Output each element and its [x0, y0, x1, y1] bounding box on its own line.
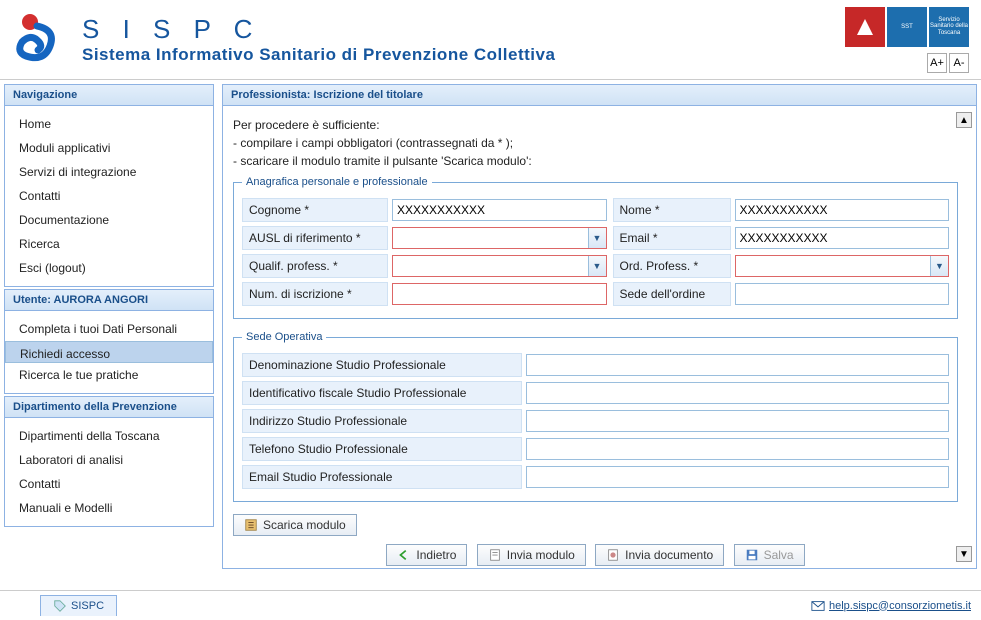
send-module-icon	[488, 548, 502, 562]
nav-contatti[interactable]: Contatti	[5, 184, 213, 208]
select-ausl[interactable]	[392, 227, 607, 249]
legend-anagrafica: Anagrafica personale e professionale	[242, 176, 432, 188]
invia-documento-label: Invia documento	[625, 548, 713, 562]
scarica-modulo-label: Scarica modulo	[263, 518, 346, 532]
help-email-link[interactable]: help.sispc@consorziometis.it	[811, 595, 971, 616]
indietro-label: Indietro	[416, 548, 456, 562]
input-cognome[interactable]	[392, 199, 607, 221]
main-panel: Professionista: Iscrizione del titolare …	[222, 84, 977, 569]
user-header: Utente: AURORA ANGORI	[5, 290, 213, 311]
dept-laboratori[interactable]: Laboratori di analisi	[5, 448, 213, 472]
nav-panel: Navigazione Home Moduli applicativi Serv…	[4, 84, 214, 287]
fieldset-sede: Sede Operativa Denominazione Studio Prof…	[233, 331, 958, 502]
dropdown-qualif-icon[interactable]: ▼	[588, 256, 606, 276]
input-ind[interactable]	[526, 410, 949, 432]
nav-moduli[interactable]: Moduli applicativi	[5, 136, 213, 160]
intro-text: Per procedere è sufficiente: - compilare…	[233, 116, 958, 170]
app-title: S I S P C Sistema Informativo Sanitario …	[82, 14, 555, 65]
salva-label: Salva	[764, 548, 794, 562]
label-ausl: AUSL di riferimento *	[242, 226, 388, 250]
scroll-down-button[interactable]: ▼	[956, 546, 972, 562]
font-decrease-button[interactable]: A-	[949, 53, 969, 73]
dept-header: Dipartimento della Prevenzione	[5, 397, 213, 418]
intro-line3: - scaricare il modulo tramite il pulsant…	[233, 152, 958, 170]
scroll-up-button[interactable]: ▲	[956, 112, 972, 128]
footer-tab-label: SISPC	[71, 600, 104, 612]
fieldset-anagrafica: Anagrafica personale e professionale Cog…	[233, 176, 958, 319]
label-tel: Telefono Studio Professionale	[242, 437, 522, 461]
salva-button[interactable]: Salva	[734, 544, 805, 566]
region-flag-icon	[845, 7, 885, 47]
app-logo	[12, 12, 62, 67]
dept-contatti[interactable]: Contatti	[5, 472, 213, 496]
save-icon	[745, 548, 759, 562]
footer-tab-sispc[interactable]: SISPC	[40, 595, 117, 616]
input-tel[interactable]	[526, 438, 949, 460]
label-cognome: Cognome *	[242, 198, 388, 222]
select-ord[interactable]	[735, 255, 950, 277]
label-qualif: Qualif. profess. *	[242, 254, 388, 278]
app-title-short: S I S P C	[82, 14, 555, 45]
region-logos: SST Servizio Sanitario della Toscana	[843, 7, 969, 47]
dept-toscana[interactable]: Dipartimenti della Toscana	[5, 424, 213, 448]
invia-modulo-button[interactable]: Invia modulo	[477, 544, 586, 566]
region-label-icon: Servizio Sanitario della Toscana	[929, 7, 969, 47]
app-header: S I S P C Sistema Informativo Sanitario …	[0, 0, 981, 80]
label-numisc: Num. di iscrizione *	[242, 282, 388, 306]
label-idf: Identificativo fiscale Studio Profession…	[242, 381, 522, 405]
app-title-long: Sistema Informativo Sanitario di Prevenz…	[82, 45, 555, 65]
scarica-modulo-button[interactable]: Scarica modulo	[233, 514, 357, 536]
send-document-icon	[606, 548, 620, 562]
dept-panel: Dipartimento della Prevenzione Dipartime…	[4, 396, 214, 527]
invia-documento-button[interactable]: Invia documento	[595, 544, 724, 566]
dropdown-ausl-icon[interactable]: ▼	[588, 228, 606, 248]
sst-logo-icon: SST	[887, 7, 927, 47]
label-ind: Indirizzo Studio Professionale	[242, 409, 522, 433]
input-den[interactable]	[526, 354, 949, 376]
download-icon	[244, 518, 258, 532]
label-sedeord: Sede dell'ordine	[613, 282, 731, 306]
tag-icon	[53, 599, 67, 613]
intro-line1: Per procedere è sufficiente:	[233, 116, 958, 134]
nav-header: Navigazione	[5, 85, 213, 106]
back-arrow-icon	[397, 548, 411, 562]
label-eml: Email Studio Professionale	[242, 465, 522, 489]
help-email-text: help.sispc@consorziometis.it	[829, 600, 971, 612]
main-title: Professionista: Iscrizione del titolare	[223, 85, 976, 106]
input-idf[interactable]	[526, 382, 949, 404]
footer: SISPC help.sispc@consorziometis.it	[0, 590, 981, 616]
nav-servizi[interactable]: Servizi di integrazione	[5, 160, 213, 184]
input-email[interactable]	[735, 227, 950, 249]
user-completa[interactable]: Completa i tuoi Dati Personali	[5, 317, 213, 341]
font-increase-button[interactable]: A+	[927, 53, 947, 73]
nav-home[interactable]: Home	[5, 112, 213, 136]
nav-ricerca[interactable]: Ricerca	[5, 232, 213, 256]
input-eml[interactable]	[526, 466, 949, 488]
user-richiedi-accesso[interactable]: Richiedi accesso	[5, 341, 213, 363]
user-panel: Utente: AURORA ANGORI Completa i tuoi Da…	[4, 289, 214, 394]
input-numisc[interactable]	[392, 283, 607, 305]
label-den: Denominazione Studio Professionale	[242, 353, 522, 377]
invia-modulo-label: Invia modulo	[507, 548, 575, 562]
input-sedeord[interactable]	[735, 283, 950, 305]
label-ord: Ord. Profess. *	[613, 254, 731, 278]
label-email: Email *	[613, 226, 731, 250]
user-ricerca-pratiche[interactable]: Ricerca le tue pratiche	[5, 363, 213, 387]
nav-logout[interactable]: Esci (logout)	[5, 256, 213, 280]
input-nome[interactable]	[735, 199, 950, 221]
intro-line2: - compilare i campi obbligatori (contras…	[233, 134, 958, 152]
mail-icon	[811, 599, 825, 613]
select-qualif[interactable]	[392, 255, 607, 277]
nav-documentazione[interactable]: Documentazione	[5, 208, 213, 232]
dropdown-ord-icon[interactable]: ▼	[930, 256, 948, 276]
legend-sede: Sede Operativa	[242, 331, 326, 343]
label-nome: Nome *	[613, 198, 731, 222]
indietro-button[interactable]: Indietro	[386, 544, 467, 566]
dept-manuali[interactable]: Manuali e Modelli	[5, 496, 213, 520]
